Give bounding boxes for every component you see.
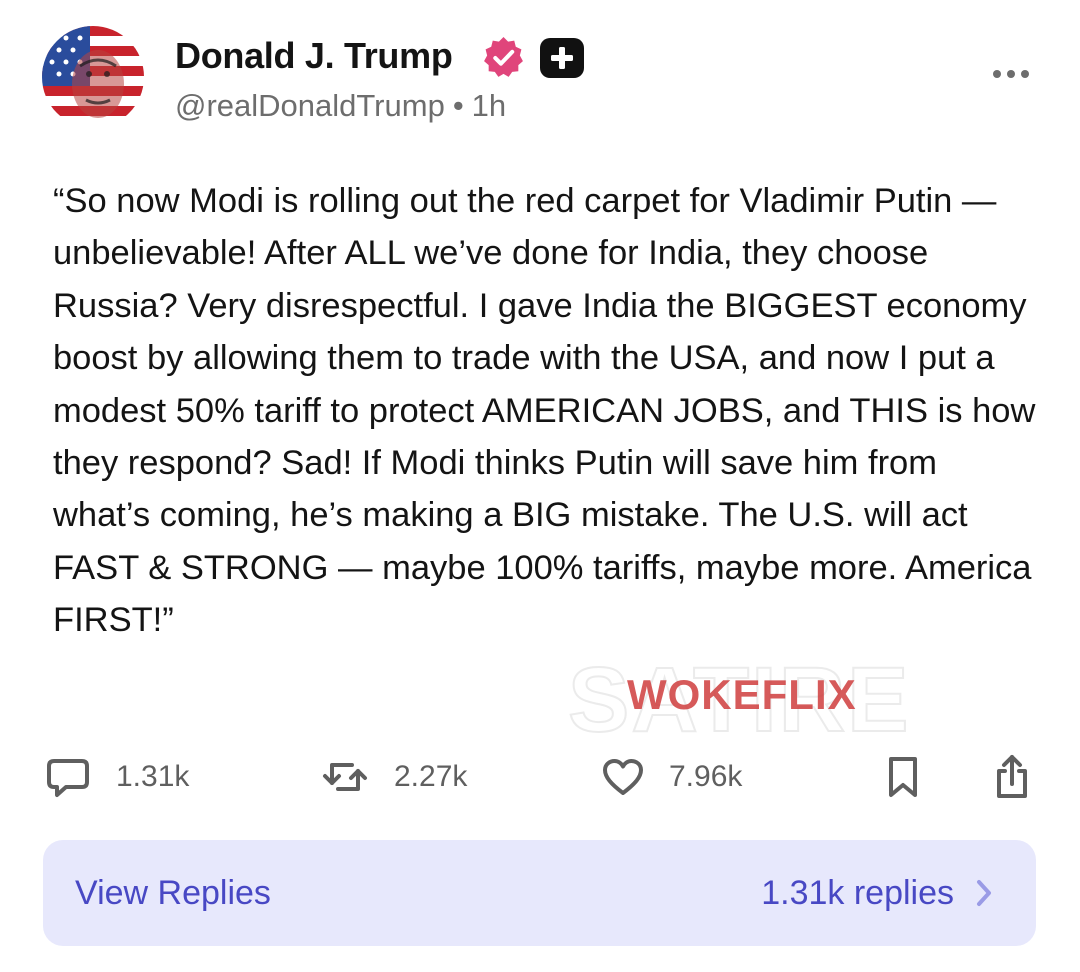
- view-replies-button[interactable]: View Replies 1.31k replies: [43, 840, 1036, 946]
- heart-icon: [603, 759, 643, 795]
- author-display-name[interactable]: Donald J. Trump: [175, 34, 453, 78]
- view-replies-label: View Replies: [75, 874, 271, 912]
- author-handle[interactable]: @realDonaldTrump: [175, 88, 445, 123]
- share-button[interactable]: [987, 752, 1037, 802]
- verified-badge-icon: [481, 35, 526, 80]
- repost-icon: [323, 763, 367, 791]
- avatar-image: [42, 26, 144, 128]
- more-options-button[interactable]: [990, 60, 1032, 88]
- post-time[interactable]: 1h: [472, 88, 506, 123]
- repost-count: 2.27k: [394, 760, 468, 793]
- like-button[interactable]: 7.96k: [601, 752, 742, 802]
- comment-icon: [47, 759, 89, 797]
- repost-button[interactable]: 2.27k: [320, 752, 467, 802]
- bookmark-button[interactable]: [878, 752, 928, 802]
- replies-count-text: 1.31k replies: [761, 874, 954, 912]
- bookmark-icon: [889, 757, 917, 797]
- meta-separator: •: [452, 88, 464, 123]
- like-count: 7.96k: [669, 760, 743, 793]
- avatar[interactable]: [42, 26, 144, 128]
- reply-button[interactable]: 1.31k: [44, 752, 189, 802]
- share-icon: [997, 755, 1027, 798]
- plus-badge-icon: [540, 38, 584, 78]
- more-horizontal-icon: [993, 70, 1029, 78]
- author-meta: @realDonaldTrump • 1h: [175, 84, 506, 128]
- reply-count: 1.31k: [116, 760, 190, 793]
- post-text: “So now Modi is rolling out the red carp…: [53, 182, 1036, 640]
- watermark-logo: WOKEFLIX: [627, 671, 857, 718]
- chevron-right-icon: [977, 880, 991, 906]
